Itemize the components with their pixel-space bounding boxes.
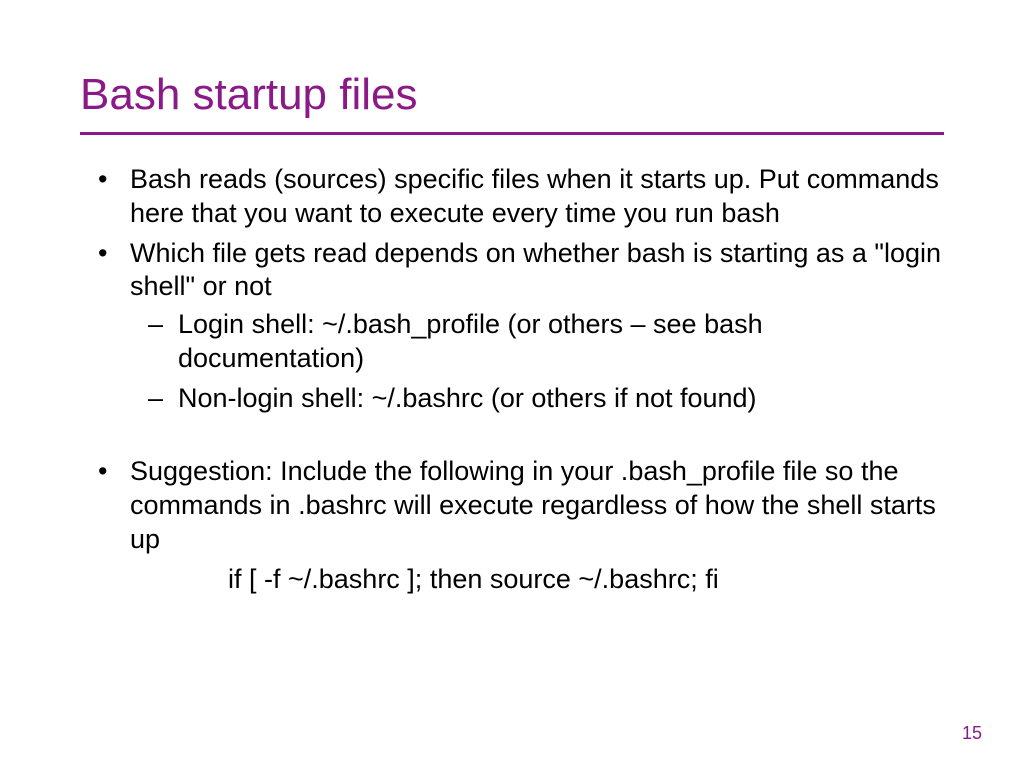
spacer bbox=[80, 421, 944, 455]
bullet-list: Bash reads (sources) specific files when… bbox=[80, 163, 944, 415]
slide-content: Bash reads (sources) specific files when… bbox=[80, 163, 944, 596]
bullet-text: Which file gets read depends on whether … bbox=[130, 238, 941, 302]
code-line: if [ -f ~/.bashrc ]; then source ~/.bash… bbox=[130, 563, 944, 597]
slide-title: Bash startup files bbox=[80, 70, 944, 120]
bullet-list: Suggestion: Include the following in you… bbox=[80, 455, 944, 596]
page-number: 15 bbox=[962, 723, 982, 744]
bullet-text: Suggestion: Include the following in you… bbox=[130, 456, 936, 554]
sub-bullet-item: Login shell: ~/.bash_profile (or others … bbox=[130, 308, 944, 376]
bullet-item: Which file gets read depends on whether … bbox=[80, 237, 944, 416]
bullet-item: Bash reads (sources) specific files when… bbox=[80, 163, 944, 231]
bullet-item: Suggestion: Include the following in you… bbox=[80, 455, 944, 596]
sub-bullet-list: Login shell: ~/.bash_profile (or others … bbox=[130, 308, 944, 415]
sub-bullet-item: Non-login shell: ~/.bashrc (or others if… bbox=[130, 382, 944, 416]
slide: Bash startup files Bash reads (sources) … bbox=[0, 0, 1024, 768]
title-rule bbox=[80, 132, 944, 135]
